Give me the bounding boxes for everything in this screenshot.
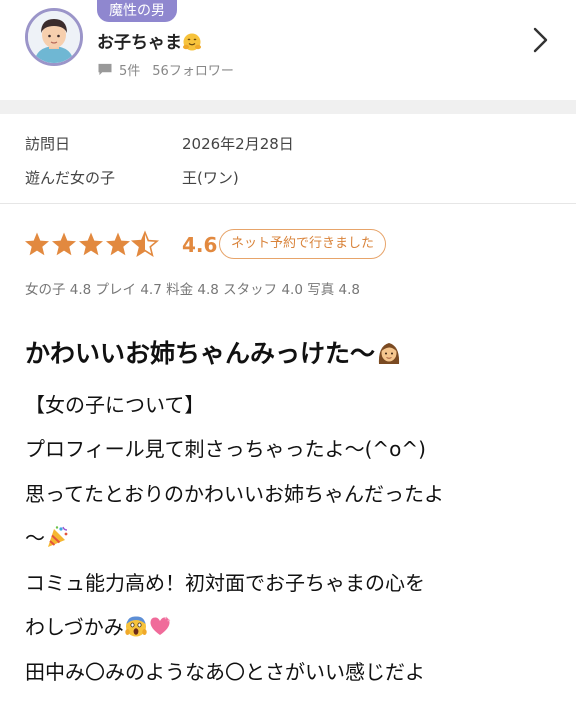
woman-emoji-icon (375, 338, 403, 372)
star-rating (25, 231, 158, 257)
review-line: わしづかみ (25, 615, 124, 639)
review-line: コミュ能力高め！初対面でお子ちゃまの心を (25, 571, 425, 595)
reviewer-name: お子ちゃま (97, 33, 182, 53)
divider (0, 203, 576, 204)
review-title: かわいいお姉ちゃんみっけた〜 (25, 334, 403, 372)
visit-date-label: 訪問日 (25, 135, 71, 153)
review-line: 思ってたとおりのかわいいお姉ちゃんだったよ (25, 482, 444, 506)
heart-emoji-icon (148, 614, 172, 643)
review-title-text: かわいいお姉ちゃんみっけた〜 (25, 339, 376, 368)
review-line: 〜 (25, 526, 45, 550)
star-half-icon (132, 231, 158, 257)
visit-date-value: 2026年2月28日 (182, 135, 294, 153)
review-line: 【女の子について】 (25, 393, 205, 417)
review-line-wrap: 〜 (25, 522, 69, 554)
star-icon (79, 232, 103, 256)
reviewer-tag: 魔性の男 (97, 0, 177, 22)
reviewer-stats: 5件 56フォロワー (97, 60, 234, 79)
reviewer-name-row[interactable]: お子ちゃま (97, 28, 202, 57)
scream-emoji-icon (124, 614, 148, 643)
review-line: プロフィール見て刺さっちゃったよ〜(^o^) (25, 437, 426, 461)
review-line-wrap: わしづかみ (25, 611, 172, 643)
hug-emoji-icon (182, 32, 202, 57)
star-icon (25, 232, 49, 256)
follower-count: 56フォロワー (152, 64, 234, 79)
review-line: 田中み〇みのようなあ〇とさがいい感じだよ (25, 660, 425, 684)
review-count: 5件 (119, 64, 141, 79)
avatar-icon[interactable] (25, 8, 83, 66)
chevron-right-icon[interactable] (530, 26, 550, 54)
confetti-emoji-icon (45, 525, 69, 554)
section-band (0, 100, 576, 114)
rating-score: 4.6 (182, 233, 218, 257)
chat-icon (98, 63, 112, 76)
reviewer-header[interactable]: 魔性の男 お子ちゃま 5件 56フォロワー (0, 0, 576, 100)
rating-breakdown: 女の子 4.8 プレイ 4.7 料金 4.8 スタッフ 4.0 写真 4.8 (25, 282, 360, 298)
visit-date-row: 訪問日 2026年2月28日 (0, 133, 576, 157)
visit-girl-label: 遊んだ女の子 (25, 169, 116, 187)
visit-girl-value[interactable]: 王(ワン) (182, 167, 239, 188)
net-booking-badge: ネット予約で行きました (219, 229, 387, 259)
star-icon (106, 232, 130, 256)
star-icon (52, 232, 76, 256)
visit-girl-row: 遊んだ女の子 王(ワン) (0, 167, 576, 191)
visit-info: 訪問日 2026年2月28日 遊んだ女の子 王(ワン) (0, 114, 576, 202)
